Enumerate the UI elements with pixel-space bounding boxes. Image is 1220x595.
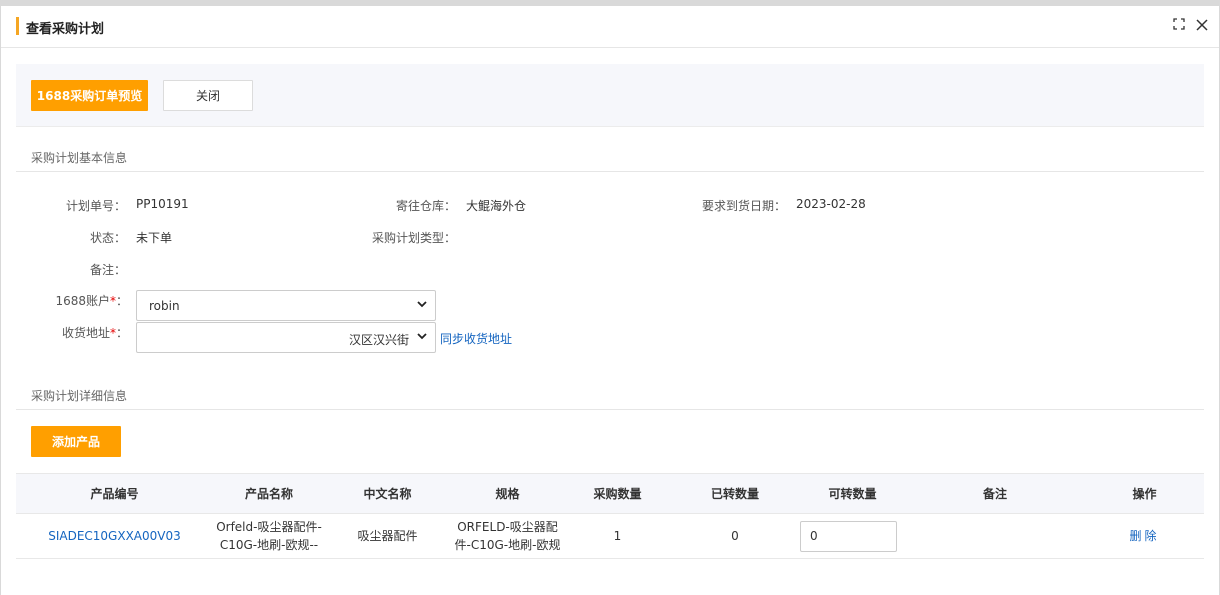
column-header: 备注 xyxy=(905,473,1085,514)
column-header: 已转数量 xyxy=(670,473,800,514)
spec-cell: ORFELD-吸尘器配 件-C10G-地刷-欧规 xyxy=(450,513,565,559)
status-value: 未下单 xyxy=(136,231,173,245)
address-label-suffix: ： xyxy=(115,326,128,340)
purchase-qty-cell: 1 xyxy=(565,513,670,559)
basic-info-section-title: 采购计划基本信息 xyxy=(31,151,128,165)
chevron-down-icon xyxy=(417,333,427,340)
table-row: SIADEC10GXXA00V03 Orfeld-吸尘器配件- C10G-地刷-… xyxy=(16,513,1204,559)
add-product-button[interactable]: 添加产品 xyxy=(31,426,121,457)
sync-address-link[interactable]: 同步收货地址 xyxy=(440,330,512,347)
address-select-value: 汉区汉兴街 xyxy=(348,333,409,347)
basic-info-divider xyxy=(16,171,1204,172)
column-header: 采购数量 xyxy=(565,473,670,514)
dialog-title: 查看采购计划 xyxy=(26,22,105,37)
account-label-suffix: ： xyxy=(115,294,128,308)
detail-section-title: 采购计划详细信息 xyxy=(31,389,128,403)
account-select-value: robin xyxy=(149,299,180,313)
remark-label: 备注： xyxy=(89,263,126,277)
product-name-line: C10G-地刷-欧规-- xyxy=(219,538,319,552)
close-icon-svg xyxy=(1196,19,1208,31)
convertible-qty-cell: 0 xyxy=(800,513,905,559)
plan-type-label: 采购计划类型： xyxy=(371,231,456,245)
account-label-text: 1688账户 xyxy=(55,294,110,308)
spec-line: ORFELD-吸尘器配 xyxy=(457,520,558,534)
plan-no-value: PP10191 xyxy=(136,197,189,211)
action-cell: 删除 xyxy=(1085,513,1204,559)
title-accent-bar xyxy=(16,17,19,35)
warehouse-value: 大鲲海外仓 xyxy=(466,199,527,213)
convertible-qty-input[interactable]: 0 xyxy=(800,520,897,552)
table-header-row: 产品编号 产品名称 中文名称 规格 采购数量 已转数量 可转数量 备注 操作 xyxy=(16,473,1204,514)
column-header: 中文名称 xyxy=(325,473,450,514)
column-header: 操作 xyxy=(1085,473,1204,514)
detail-divider xyxy=(16,409,1204,410)
account-label: 1688账户*： xyxy=(31,292,128,309)
column-header: 可转数量 xyxy=(800,473,905,514)
address-label: 收货地址*： xyxy=(31,324,128,341)
product-code-link[interactable]: SIADEC10GXXA00V03 xyxy=(48,529,181,543)
row-remark-cell xyxy=(905,513,1085,559)
account-select[interactable]: robin xyxy=(136,290,436,321)
purchase-plan-dialog: 查看采购计划 1688采购订单预览 关闭 采购计划基本信息 计划单号： PP10… xyxy=(1,6,1219,595)
spec-line: 件-C10G-地刷-欧规 xyxy=(454,538,561,552)
product-code-cell: SIADEC10GXXA00V03 xyxy=(16,513,213,559)
product-table: 产品编号 产品名称 中文名称 规格 采购数量 已转数量 可转数量 备注 操作 S… xyxy=(16,473,1204,559)
warehouse-label: 寄往仓库： xyxy=(395,199,456,213)
action-toolbar: 1688采购订单预览 关闭 xyxy=(16,64,1204,127)
chevron-down-icon xyxy=(417,301,427,308)
close-button[interactable]: 关闭 xyxy=(163,80,253,111)
maximize-icon[interactable] xyxy=(1169,16,1189,36)
column-header: 规格 xyxy=(450,473,565,514)
product-name-line: Orfeld-吸尘器配件- xyxy=(216,520,322,534)
delete-link[interactable]: 删除 xyxy=(1129,529,1159,543)
product-name-cell: Orfeld-吸尘器配件- C10G-地刷-欧规-- xyxy=(213,513,325,559)
column-header: 产品名称 xyxy=(213,473,325,514)
maximize-icon-svg xyxy=(1173,18,1185,30)
due-date-label: 要求到货日期： xyxy=(701,199,786,213)
close-icon[interactable] xyxy=(1192,16,1212,36)
cn-name-cell: 吸尘器配件 xyxy=(325,513,450,559)
due-date-value: 2023-02-28 xyxy=(796,197,866,211)
converted-qty-cell: 0 xyxy=(670,513,800,559)
status-label: 状态： xyxy=(89,231,126,245)
plan-no-label: 计划单号： xyxy=(65,199,126,213)
column-header: 产品编号 xyxy=(16,473,213,514)
order-preview-button[interactable]: 1688采购订单预览 xyxy=(31,80,148,111)
address-label-text: 收货地址 xyxy=(61,326,110,340)
address-select[interactable]: 汉区汉兴街 xyxy=(136,322,436,353)
dialog-header: 查看采购计划 xyxy=(1,6,1219,48)
